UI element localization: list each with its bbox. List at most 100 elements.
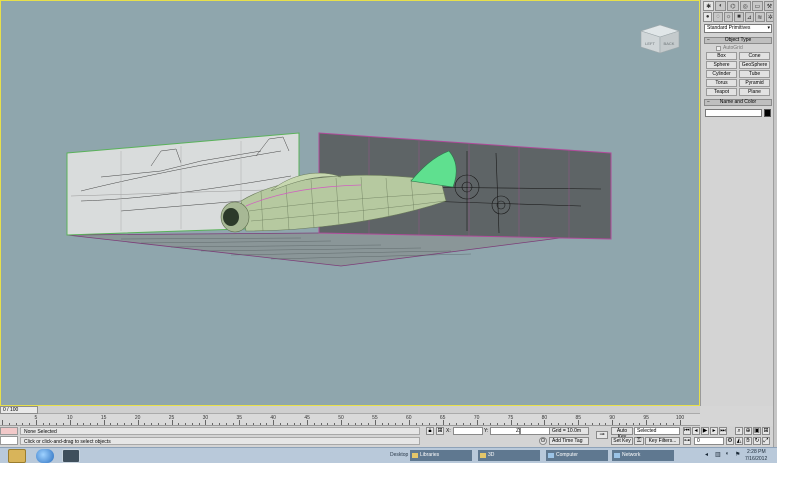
track-bar[interactable]: 5 10 15 20 25 30 35 40 45 50 55 60 65 70 75 80 85 90 95 100 — [0, 414, 700, 426]
modify-tab-icon[interactable]: ◐ — [715, 1, 727, 11]
helpers-icon[interactable]: ⊿ — [744, 12, 755, 22]
zoom-all-icon[interactable]: ⊕ — [744, 427, 752, 435]
cone-button[interactable]: Cone — [739, 52, 770, 60]
add-time-tag-button[interactable]: Add Time Tag — [549, 437, 589, 445]
track-bar-tick — [218, 423, 220, 425]
folder-icon — [480, 453, 486, 458]
set-key-icon[interactable]: ⚿ — [634, 437, 644, 445]
cameras-icon[interactable]: ■ — [734, 12, 744, 22]
collapse-icon: − — [707, 37, 710, 43]
autogrid-label: AutoGrid — [723, 45, 743, 51]
key-mode-toggle-icon[interactable]: ⊶ — [683, 437, 691, 445]
windows-taskbar: Desktop Libraries 3D Computer Network ◂ … — [0, 447, 777, 463]
taskbar-item-network[interactable]: Network — [612, 450, 674, 461]
show-hidden-icons-icon[interactable]: ◂ — [705, 451, 708, 458]
set-key-button[interactable]: Set Key — [611, 437, 633, 445]
taskbar-item-computer[interactable]: Computer — [546, 450, 608, 461]
object-color-swatch[interactable] — [764, 109, 771, 117]
spacewarps-icon[interactable]: ≋ — [755, 12, 765, 22]
track-bar-tick — [327, 423, 329, 425]
go-to-end-icon[interactable]: ⏭ — [719, 427, 727, 435]
object-name-input[interactable] — [705, 109, 762, 117]
desktop-toolbar-label[interactable]: Desktop — [390, 452, 408, 458]
taskbar-item-libraries[interactable]: Libraries — [410, 450, 472, 461]
time-slider-track[interactable]: 0 / 100 — [0, 406, 700, 414]
hierarchy-tab-icon[interactable]: ⌬ — [727, 1, 739, 11]
autogrid-checkbox[interactable]: AutoGrid — [716, 45, 743, 51]
track-bar-tick-label: 10 — [67, 415, 73, 421]
geosphere-button[interactable]: GeoSphere — [739, 61, 770, 69]
flag-icon[interactable]: ⚑ — [735, 451, 740, 458]
track-bar-tick — [8, 423, 10, 425]
go-to-start-icon[interactable]: ⏮ — [683, 427, 691, 435]
right-scrollbar[interactable] — [773, 0, 777, 447]
display-tab-icon[interactable]: ▭ — [751, 1, 763, 11]
time-slider-thumb[interactable]: 0 / 100 — [0, 406, 38, 414]
key-filters-button[interactable]: Key Filters... — [645, 437, 680, 445]
time-configuration-icon[interactable]: ⚙ — [726, 437, 734, 445]
track-bar-tick — [524, 423, 526, 425]
play-icon[interactable]: ▶ — [701, 427, 709, 435]
lights-icon[interactable]: ☼ — [723, 12, 734, 22]
tube-button[interactable]: Tube — [739, 70, 770, 78]
track-bar-tick — [164, 423, 166, 425]
track-bar-tick — [63, 423, 65, 425]
key-set-dropdown[interactable]: Selected — [634, 427, 680, 435]
3ds-max-taskbar-icon[interactable] — [62, 449, 80, 463]
network-status-icon[interactable]: ▥ — [715, 451, 721, 458]
time-tag-icon[interactable]: ⊙ — [539, 437, 547, 445]
key-mode-icon[interactable]: ⊸ — [596, 431, 608, 439]
field-of-view-icon[interactable]: ◭ — [735, 437, 743, 445]
maxscript-output[interactable] — [0, 436, 18, 445]
viewcube-widget[interactable]: LEFT BACK — [637, 23, 683, 55]
next-frame-icon[interactable]: ▸ — [710, 427, 718, 435]
box-button[interactable]: Box — [706, 52, 737, 60]
lock-selection-icon[interactable]: 🔒︎ — [426, 427, 434, 435]
shapes-icon[interactable]: ◌ — [713, 12, 723, 22]
auto-key-button[interactable]: Auto Key — [611, 427, 633, 440]
primitive-type-dropdown[interactable]: Standard Primitives ▾ — [704, 24, 772, 33]
perspective-viewport[interactable]: LEFT BACK — [0, 0, 700, 406]
autogrid-checkbox-box[interactable] — [716, 45, 721, 51]
internet-explorer-icon[interactable] — [36, 449, 54, 463]
track-bar-tick-label: 55 — [372, 415, 378, 421]
previous-frame-icon[interactable]: ◂ — [692, 427, 700, 435]
maxscript-listener-input[interactable] — [0, 427, 18, 435]
clock-time[interactable]: 2:28 PM — [747, 449, 766, 455]
teapot-button[interactable]: Teapot — [706, 88, 737, 96]
geometry-icon[interactable]: ● — [703, 12, 713, 22]
x-coordinate-input[interactable] — [453, 427, 483, 435]
z-coordinate-input[interactable] — [520, 427, 550, 435]
track-bar-tick-label: 25 — [168, 415, 175, 421]
clock-date[interactable]: 7/16/2012 — [745, 456, 767, 462]
track-bar-tick — [618, 423, 620, 425]
volume-icon[interactable]: ◖ — [725, 451, 729, 457]
taskbar-item-3d[interactable]: 3D — [478, 450, 540, 461]
track-bar-tick — [564, 423, 566, 425]
object-type-rollout-header[interactable]: − Object Type — [704, 37, 772, 44]
explorer-taskbar-icon[interactable] — [8, 449, 26, 463]
track-bar-tick — [212, 423, 214, 425]
maximize-viewport-icon[interactable]: ⤢ — [762, 437, 770, 445]
torus-button[interactable]: Torus — [706, 79, 737, 87]
collapse-icon: − — [707, 99, 710, 105]
zoom-icon[interactable]: ⌕ — [735, 427, 743, 435]
pan-icon[interactable]: ✋︎ — [744, 437, 752, 445]
orbit-icon[interactable]: ↻ — [753, 437, 761, 445]
zoom-extents-all-icon[interactable]: ⊞ — [762, 427, 770, 435]
sphere-button[interactable]: Sphere — [706, 61, 737, 69]
motion-tab-icon[interactable]: ◎ — [739, 1, 751, 11]
pyramid-button[interactable]: Pyramid — [739, 79, 770, 87]
selection-status: None Selected — [20, 427, 420, 435]
cylinder-button[interactable]: Cylinder — [706, 70, 737, 78]
track-bar-tick — [530, 423, 532, 425]
track-bar-tick — [598, 423, 600, 425]
track-bar-tick-label: 100 — [675, 415, 685, 421]
current-frame-input[interactable]: 0 — [694, 437, 724, 445]
plane-button[interactable]: Plane — [739, 88, 770, 96]
zoom-extents-icon[interactable]: ▣ — [753, 427, 761, 435]
track-bar-tick — [659, 423, 661, 425]
name-color-rollout-header[interactable]: − Name and Color — [704, 99, 772, 106]
absolute-mode-icon[interactable]: ⊞ — [436, 427, 444, 435]
create-tab-icon[interactable]: ✱ — [703, 1, 715, 11]
